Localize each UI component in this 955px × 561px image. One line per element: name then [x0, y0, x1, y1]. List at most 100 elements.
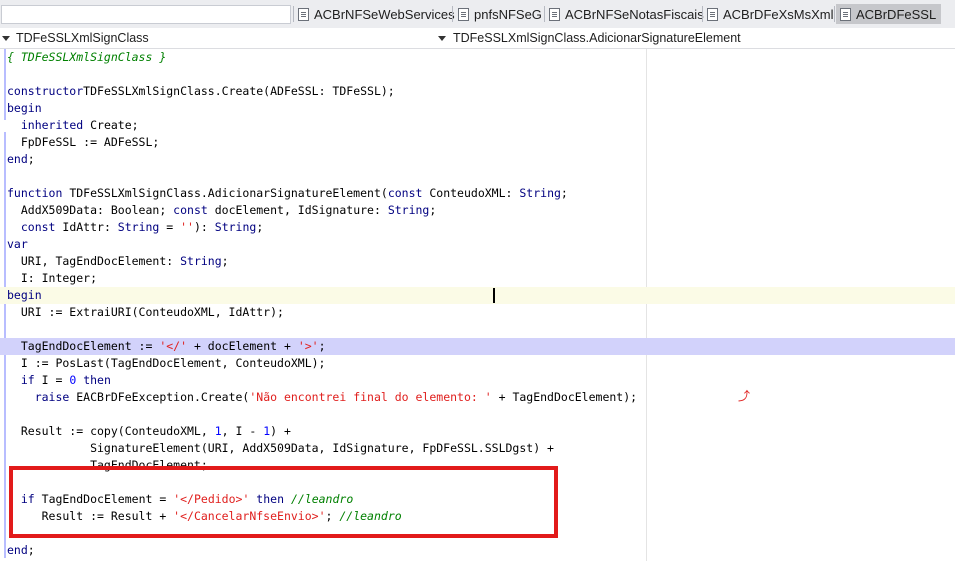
- code-line-text: begin: [7, 287, 42, 304]
- code-line-text: TagEndDocElement := '</' + docElement + …: [7, 338, 326, 355]
- code-token: '': [180, 220, 194, 234]
- chevron-down-icon: [2, 35, 10, 41]
- code-line[interactable]: [0, 66, 955, 83]
- code-line[interactable]: const IdAttr: String = ''): String;: [0, 219, 955, 236]
- code-token: ;: [560, 186, 568, 200]
- code-line[interactable]: begin: [0, 287, 955, 304]
- code-line[interactable]: URI, TagEndDocElement: String;: [0, 253, 955, 270]
- class-selector[interactable]: TDFeSSLXmlSignClass: [0, 28, 448, 48]
- tab-pnfsnfseg[interactable]: pnfsNFSeG: [458, 4, 542, 24]
- code-token: { TDFeSSLXmlSignClass }: [7, 50, 167, 64]
- code-token: IdAttr:: [55, 220, 118, 234]
- code-line[interactable]: SignatureElement(URI, AddX509Data, IdSig…: [0, 440, 955, 457]
- tab-acbrdfessl[interactable]: ACBrDFeSSL: [836, 4, 942, 24]
- search-field[interactable]: [1, 5, 291, 24]
- code-line[interactable]: I: Integer;: [0, 270, 955, 287]
- code-line-text: raise EACBrDFeException.Create('Não enco…: [7, 389, 637, 406]
- code-line-text: if I = 0 then: [7, 372, 111, 389]
- code-token: end: [7, 152, 28, 166]
- code-line[interactable]: AddX509Data: Boolean; const docElement, …: [0, 202, 955, 219]
- code-token: ):: [193, 220, 215, 234]
- code-token: String: [117, 220, 160, 234]
- code-token: '</': [159, 339, 188, 353]
- code-token: const: [173, 203, 208, 217]
- code-token: ;: [318, 339, 326, 353]
- code-line[interactable]: if I = 0 then: [0, 372, 955, 389]
- code-line[interactable]: [0, 321, 955, 338]
- code-line[interactable]: { TDFeSSLXmlSignClass }: [0, 49, 955, 66]
- code-line-text: inherited Create;: [7, 117, 139, 134]
- code-token: const: [387, 186, 423, 200]
- code-token: I =: [34, 373, 70, 387]
- code-line[interactable]: I := PosLast(TagEndDocElement, ConteudoX…: [0, 355, 955, 372]
- tab-label: ACBrDFeSSL: [856, 6, 937, 22]
- code-token: constructor: [7, 84, 84, 98]
- code-line[interactable]: URI := ExtraiURI(ConteudoXML, IdAttr);: [0, 304, 955, 321]
- code-token: URI := ExtraiURI(ConteudoXML, IdAttr);: [7, 305, 284, 319]
- tab-separator: [702, 6, 703, 22]
- code-line-text: Result := copy(ConteudoXML, 1, I - 1) +: [7, 423, 291, 440]
- code-navigation-bar: TDFeSSLXmlSignClass TDFeSSLXmlSignClass.…: [0, 28, 955, 49]
- code-line[interactable]: [0, 168, 955, 185]
- code-line[interactable]: var: [0, 236, 955, 253]
- code-line[interactable]: Result := copy(ConteudoXML, 1, I - 1) +: [0, 423, 955, 440]
- method-selector[interactable]: TDFeSSLXmlSignClass.AdicionarSignatureEl…: [438, 28, 955, 48]
- code-token: ;: [429, 203, 437, 217]
- code-token: const: [20, 220, 56, 234]
- code-token: ConteudoXML:: [422, 186, 520, 200]
- text-cursor: [493, 288, 495, 303]
- code-token: '>': [297, 339, 319, 353]
- code-token: TagEndDocElement :=: [7, 339, 160, 353]
- code-token: raise: [34, 390, 70, 404]
- code-line-text: FpDFeSSL := ADFeSSL;: [7, 134, 159, 151]
- code-token: + docElement +: [187, 339, 298, 353]
- code-token: ;: [221, 254, 229, 268]
- code-line[interactable]: function TDFeSSLXmlSignClass.AdicionarSi…: [0, 185, 955, 202]
- code-token: , I -: [221, 424, 264, 438]
- code-token: Result := copy(ConteudoXML,: [7, 424, 215, 438]
- code-token: String: [214, 220, 257, 234]
- tab-label: ACBrNFSeNotasFiscais: [565, 6, 704, 22]
- code-token: Create;: [83, 118, 139, 132]
- code-token: then: [76, 373, 111, 387]
- code-token: I := PosLast(TagEndDocElement, ConteudoX…: [7, 356, 326, 370]
- tab-label: ACBrNFSeWebServices: [314, 6, 455, 22]
- code-line-text: var: [7, 236, 28, 253]
- tab-separator: [544, 6, 545, 22]
- code-line[interactable]: begin: [0, 100, 955, 117]
- code-line[interactable]: inherited Create;: [0, 117, 955, 134]
- code-line-text: I := PosLast(TagEndDocElement, ConteudoX…: [7, 355, 326, 372]
- code-line[interactable]: FpDFeSSL := ADFeSSL;: [0, 134, 955, 151]
- tab-label: ACBrDFeXsMsXml: [723, 6, 834, 22]
- code-token: TDFeSSLXmlSignClass.AdicionarSignatureEl…: [62, 186, 388, 200]
- code-token: FpDFeSSL := ADFeSSL;: [7, 135, 160, 149]
- code-token: ;: [27, 152, 35, 166]
- tab-acbrnfsewebservices[interactable]: ACBrNFSeWebServices: [298, 4, 455, 24]
- file-icon: [549, 7, 560, 21]
- tab-acbrnfsenotasfiscais[interactable]: ACBrNFSeNotasFiscais: [549, 4, 704, 24]
- code-token: AddX509Data: Boolean;: [7, 203, 174, 217]
- file-icon: [707, 7, 718, 21]
- code-token: TDFeSSLXmlSignClass.Create(ADFeSSL: TDFe…: [83, 84, 395, 98]
- code-line[interactable]: raise EACBrDFeException.Create('Não enco…: [0, 389, 955, 406]
- code-line[interactable]: [0, 406, 955, 423]
- code-line[interactable]: TagEndDocElement := '</' + docElement + …: [0, 338, 955, 355]
- code-line-text: AddX509Data: Boolean; const docElement, …: [7, 202, 436, 219]
- code-token: inherited: [20, 118, 84, 132]
- code-token: var: [7, 237, 28, 251]
- code-line-text: URI, TagEndDocElement: String;: [7, 253, 229, 270]
- code-line-text: { TDFeSSLXmlSignClass }: [7, 49, 166, 66]
- code-line[interactable]: end;: [0, 542, 955, 559]
- undo-arrow-icon: ⤴: [738, 389, 751, 403]
- code-line[interactable]: constructorTDFeSSLXmlSignClass.Create(AD…: [0, 83, 955, 100]
- code-line-text: SignatureElement(URI, AddX509Data, IdSig…: [7, 440, 554, 457]
- tab-acbrdfexsmsxml[interactable]: ACBrDFeXsMsXml: [707, 4, 834, 24]
- chevron-down-icon: [438, 36, 446, 41]
- tab-separator: [452, 6, 453, 22]
- file-icon: [840, 7, 851, 21]
- code-line[interactable]: end;: [0, 151, 955, 168]
